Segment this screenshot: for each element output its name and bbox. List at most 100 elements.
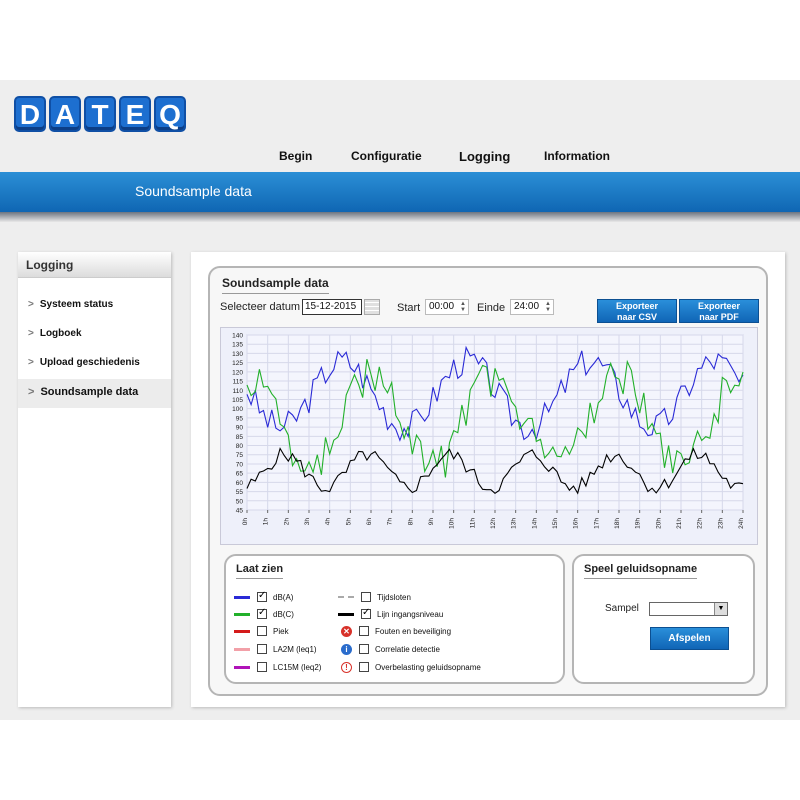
la2m-checkbox[interactable]	[257, 644, 267, 654]
correlatie-checkbox[interactable]	[359, 644, 369, 654]
fouten-checkbox[interactable]	[359, 626, 369, 636]
legend-label: dB(A)	[273, 592, 294, 602]
nav-item-begin[interactable]: Begin	[279, 149, 312, 163]
y-tick-label: 125	[232, 360, 243, 367]
date-field[interactable]: 15-12-2015	[302, 299, 362, 315]
sidebar-item-label: Soundsample data	[40, 386, 139, 398]
legend-label: Fouten en beveiliging	[375, 626, 452, 636]
x-tick-label: 18h	[614, 518, 621, 529]
legend-label: Correlatie detectie	[375, 644, 440, 654]
y-tick-label: 80	[236, 443, 244, 450]
export-csv-line1: Exporteer	[615, 301, 659, 311]
x-tick-label: 11h	[469, 518, 476, 529]
play-button[interactable]: Afspelen	[650, 627, 729, 650]
legend-la2m[interactable]: LA2M (leq1)	[234, 642, 317, 656]
y-tick-label: 120	[232, 369, 243, 376]
sidebar-item-soundsample-data[interactable]: > Soundsample data	[18, 379, 171, 408]
y-tick-label: 130	[232, 351, 243, 358]
y-tick-label: 65	[236, 471, 244, 478]
start-label: Start	[397, 302, 421, 314]
start-time-stepper[interactable]: 00:00 ▲ ▼	[425, 299, 469, 315]
y-tick-label: 90	[236, 425, 244, 432]
lijn-ingangsniveau-checkbox[interactable]	[361, 607, 371, 619]
lc15m-checkbox[interactable]	[257, 662, 267, 672]
x-tick-label: 23h	[717, 518, 724, 529]
y-tick-label: 85	[236, 434, 244, 441]
x-tick-label: 22h	[697, 518, 704, 529]
x-tick-label: 20h	[655, 518, 662, 529]
header: D A T E Q Begin Configuratie Logging Inf…	[0, 80, 800, 172]
play-recording-title: Speel geluidsopname	[584, 563, 698, 579]
legend-label: Lijn ingangsniveau	[377, 609, 444, 619]
info-icon: i	[341, 643, 352, 655]
legend-overbelasting[interactable]: ! Overbelasting geluidsopname	[338, 660, 481, 674]
sidebar-item-logboek[interactable]: > Logboek	[18, 321, 171, 350]
legend-label: Overbelasting geluidsopname	[375, 662, 481, 672]
y-tick-label: 75	[236, 452, 244, 459]
nav-item-configuratie[interactable]: Configuratie	[351, 149, 422, 163]
legend-fouten[interactable]: ✕ Fouten en beveiliging	[338, 624, 451, 638]
x-tick-label: 3h	[304, 518, 311, 526]
dateq-logo[interactable]: D A T E Q	[14, 96, 186, 132]
legend-label: Tijdsloten	[377, 592, 411, 602]
sidebar-menu: > Systeem status > Logboek > Upload geschie…	[18, 292, 171, 408]
sidebar-title: Logging	[18, 252, 171, 278]
legend-piek[interactable]: Piek	[234, 624, 289, 638]
x-tick-label: 17h	[593, 518, 600, 529]
export-csv-button[interactable]: Exporteer naar CSV	[597, 299, 677, 323]
legend-label: Piek	[273, 626, 289, 636]
dashed-line-swatch	[338, 596, 354, 598]
sample-select[interactable]: ▼	[649, 602, 728, 616]
legend-label: dB(C)	[273, 609, 294, 619]
nav-item-information[interactable]: Information	[544, 149, 610, 163]
x-tick-label: 10h	[449, 518, 456, 529]
x-tick-label: 1h	[263, 518, 270, 526]
y-tick-label: 60	[236, 480, 244, 487]
legend-lc15m[interactable]: LC15M (leq2)	[234, 660, 321, 674]
x-tick-label: 16h	[573, 518, 580, 529]
x-tick-label: 5h	[345, 518, 352, 526]
sidebar-item-label: Logboek	[39, 328, 82, 339]
end-time-stepper[interactable]: 24:00 ▲ ▼	[510, 299, 554, 315]
y-tick-label: 45	[236, 508, 244, 515]
piek-line-swatch	[234, 629, 250, 633]
error-icon: ✕	[341, 625, 352, 637]
sidebar-item-systeem-status[interactable]: > Systeem status	[18, 292, 171, 321]
spinner-arrows-icon[interactable]: ▲ ▼	[545, 301, 551, 313]
tijdsloten-checkbox[interactable]	[361, 592, 371, 602]
warning-icon: !	[341, 661, 352, 673]
dbc-checkbox[interactable]	[257, 607, 267, 619]
piek-checkbox[interactable]	[257, 626, 267, 636]
sound-level-chart[interactable]: 140 135 130 125 120 115 110 105 100 95 90 85 80 75 70 6…	[220, 327, 758, 545]
calendar-icon[interactable]	[364, 299, 380, 315]
x-tick-label: 13h	[511, 518, 518, 529]
legend-dbc[interactable]: dB(C)	[234, 607, 294, 621]
legend-lijn-ingangsniveau[interactable]: Lijn ingangsniveau	[338, 607, 443, 621]
export-pdf-button[interactable]: Exporteer naar PDF	[679, 299, 759, 323]
chevron-right-icon: >	[28, 299, 34, 310]
sidebar-item-label: Systeem status	[39, 299, 114, 310]
legend-tijdsloten[interactable]: Tijdsloten	[338, 590, 411, 604]
main-nav: Begin Configuratie Logging Information	[0, 149, 800, 167]
nav-item-logging[interactable]: Logging	[459, 149, 510, 164]
end-label: Einde	[477, 302, 506, 314]
sidebar: Logging > Systeem status > Logboek > Upload…	[18, 252, 171, 707]
x-tick-label: 21h	[676, 518, 683, 529]
y-tick-label: 70	[236, 461, 244, 468]
legend-correlatie[interactable]: i Correlatie detectie	[338, 642, 440, 656]
logo-letter: A	[49, 96, 81, 132]
legend-dba[interactable]: dB(A)	[234, 590, 293, 604]
chevron-down-icon[interactable]: ▼	[714, 603, 727, 615]
spinner-arrows-icon[interactable]: ▲ ▼	[460, 301, 466, 313]
y-tick-label: 100	[232, 406, 243, 413]
overbelasting-checkbox[interactable]	[359, 662, 369, 672]
y-tick-label: 105	[232, 397, 243, 404]
logo-letter: E	[119, 96, 151, 132]
dba-checkbox[interactable]	[257, 590, 267, 602]
main-panel: Soundsample data Selecteer datum 15-12-2…	[191, 252, 785, 707]
logo-letter: Q	[154, 96, 186, 132]
legend-label: LA2M (leq1)	[273, 644, 317, 654]
date-label: Selecteer datum	[220, 301, 301, 313]
sidebar-item-upload-geschiedenis[interactable]: > Upload geschiedenis	[18, 350, 171, 379]
y-tick-label: 95	[236, 415, 244, 422]
